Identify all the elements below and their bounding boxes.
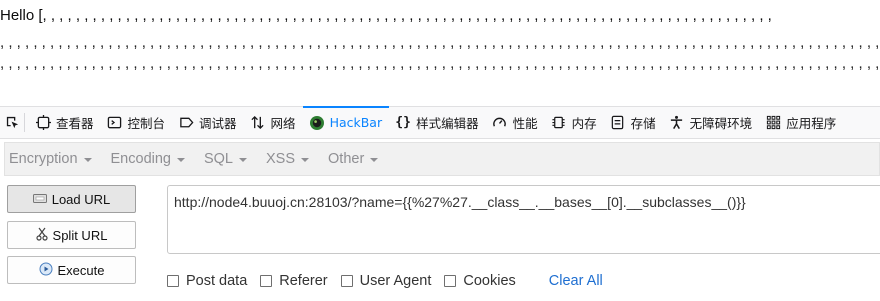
- tab-memory[interactable]: 内存: [545, 107, 604, 138]
- menu-sql[interactable]: SQL: [204, 151, 247, 167]
- checkbox-label: Cookies: [463, 273, 516, 289]
- menu-label: Encryption: [9, 151, 78, 167]
- chevron-down-icon: [301, 158, 310, 162]
- tab-hackbar[interactable]: HackBar: [302, 106, 390, 138]
- page-content: Hello [, , , , , , , , , , , , , , , , ,…: [0, 0, 880, 106]
- tab-storage[interactable]: 存储: [604, 107, 663, 138]
- tab-style-editor[interactable]: {} 样式编辑器: [389, 107, 486, 138]
- tab-application[interactable]: 应用程序: [759, 107, 843, 138]
- tab-label: HackBar: [329, 115, 383, 130]
- checkbox-label: Post data: [186, 273, 248, 289]
- menu-encryption[interactable]: Encryption: [9, 151, 92, 167]
- request-options: Post data Referer User Agent Cookies Cle…: [167, 272, 603, 290]
- tab-console[interactable]: 控制台: [101, 107, 173, 138]
- menu-label: SQL: [203, 151, 233, 167]
- tab-inspector[interactable]: 查看器: [29, 107, 101, 138]
- output-line: , , , , , , , , , , , , , , , , , , , , …: [0, 34, 880, 51]
- tab-label: 控制台: [127, 116, 166, 131]
- checkbox-label: Referer: [279, 273, 328, 289]
- checkbox[interactable]: [340, 275, 353, 287]
- tab-label: 内存: [571, 116, 597, 131]
- application-icon: [765, 115, 781, 131]
- load-url-icon: [32, 192, 47, 207]
- load-url-button[interactable]: Load URL: [7, 185, 136, 213]
- user-agent-checkbox[interactable]: User Agent: [340, 273, 432, 289]
- console-icon: [107, 115, 123, 131]
- menu-label: Other: [328, 151, 365, 167]
- url-textarea[interactable]: http://node4.buuoj.cn:28103/?name={{%27%…: [167, 185, 880, 254]
- hello-output-line: Hello [, , , , , , , , , , , , , , , , ,…: [0, 7, 772, 24]
- element-picker-button[interactable]: [0, 107, 24, 138]
- tab-performance[interactable]: 性能: [486, 107, 545, 138]
- tab-label: 查看器: [56, 116, 94, 131]
- element-picker-icon: [6, 116, 18, 129]
- tab-label: 样式编辑器: [416, 116, 479, 131]
- tab-accessibility[interactable]: 无障碍环境: [663, 107, 760, 138]
- checkbox[interactable]: [167, 275, 179, 287]
- tab-label: 应用程序: [786, 116, 837, 131]
- debugger-icon: [178, 115, 194, 131]
- menu-other[interactable]: Other: [328, 151, 379, 167]
- referer-checkbox[interactable]: Referer: [260, 273, 328, 289]
- button-label: Load URL: [51, 191, 111, 207]
- chevron-down-icon: [239, 158, 247, 162]
- memory-icon: [551, 115, 567, 131]
- split-url-button[interactable]: Split URL: [7, 221, 136, 249]
- hackbar-menu-bar: Encryption Encoding SQL XSS Other: [4, 142, 880, 176]
- chevron-down-icon: [370, 158, 379, 162]
- scissors-icon: [35, 227, 48, 244]
- tab-debugger[interactable]: 调试器: [172, 107, 244, 138]
- menu-encoding[interactable]: Encoding: [111, 151, 185, 167]
- storage-icon: [610, 115, 626, 131]
- checkbox-label: User Agent: [359, 273, 432, 289]
- button-label: Execute: [57, 262, 105, 278]
- tab-network[interactable]: 网络: [244, 107, 303, 138]
- checkbox[interactable]: [260, 275, 273, 287]
- devtools-tab-bar: 查看器 控制台 调试器 网络 HackBar {} 样式编辑器 性能 内存 存储…: [0, 106, 880, 139]
- menu-label: Encoding: [110, 151, 171, 167]
- network-icon: [250, 115, 266, 131]
- play-icon: [39, 262, 53, 279]
- chevron-down-icon: [83, 158, 92, 162]
- chevron-down-icon: [176, 158, 185, 162]
- inspector-icon: [35, 115, 51, 131]
- tab-label: 网络: [270, 116, 296, 131]
- button-label: Split URL: [52, 227, 108, 243]
- checkbox[interactable]: [444, 275, 457, 287]
- hackbar-icon: [309, 115, 325, 131]
- tab-label: 调试器: [199, 116, 237, 131]
- tab-label: 无障碍环境: [689, 116, 753, 131]
- clear-all-link[interactable]: Clear All: [549, 273, 603, 289]
- accessibility-icon: [669, 115, 685, 131]
- menu-xss[interactable]: XSS: [266, 151, 310, 167]
- tab-label: 存储: [630, 116, 656, 131]
- post-data-checkbox[interactable]: Post data: [167, 273, 247, 289]
- menu-label: XSS: [266, 151, 296, 167]
- style-editor-icon: {}: [395, 115, 411, 130]
- output-line: , , , , , , , , , , , , , , , , , , , , …: [0, 55, 880, 72]
- divider: [24, 113, 25, 132]
- execute-button[interactable]: Execute: [7, 256, 136, 284]
- performance-icon: [492, 115, 508, 131]
- cookies-checkbox[interactable]: Cookies: [444, 273, 516, 289]
- tab-label: 性能: [512, 116, 538, 131]
